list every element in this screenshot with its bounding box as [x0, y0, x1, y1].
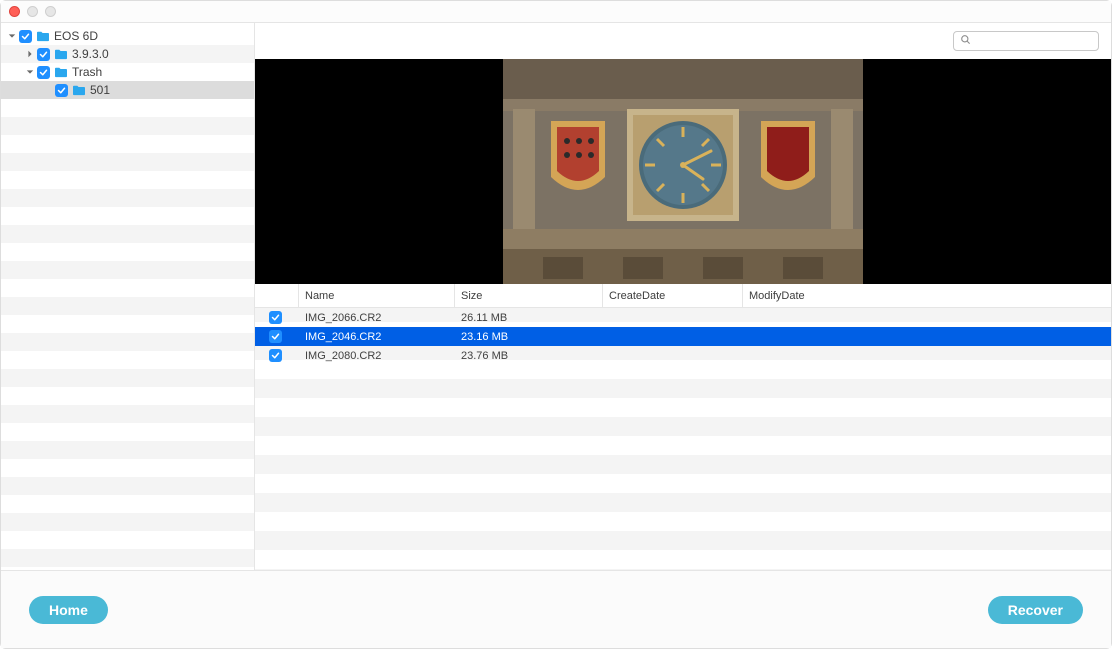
row-checkbox[interactable] [269, 349, 282, 362]
home-button[interactable]: Home [29, 596, 108, 624]
sidebar-item[interactable]: Trash [1, 63, 254, 81]
titlebar [1, 1, 1111, 23]
cell-size: 23.16 MB [455, 331, 603, 343]
folder-icon [36, 30, 50, 42]
checkbox[interactable] [37, 48, 50, 61]
file-table: Name Size CreateDate ModifyDate IMG_2066… [255, 284, 1111, 570]
checkbox[interactable] [55, 84, 68, 97]
recover-button[interactable]: Recover [988, 596, 1083, 624]
disclosure-right-icon[interactable] [25, 50, 35, 58]
sidebar-item[interactable]: 3.9.3.0 [1, 45, 254, 63]
image-preview [255, 59, 1111, 284]
search-icon [960, 32, 971, 50]
topbar [255, 23, 1111, 59]
sidebar: EOS 6D 3.9.3.0 Trash 501 [1, 23, 255, 570]
column-createdate[interactable]: CreateDate [603, 284, 743, 307]
checkbox[interactable] [37, 66, 50, 79]
column-modifydate[interactable]: ModifyDate [743, 284, 1111, 307]
search-input[interactable] [975, 35, 1112, 47]
cell-size: 26.11 MB [455, 312, 603, 324]
table-row[interactable]: IMG_2080.CR223.76 MB [255, 346, 1111, 365]
column-size[interactable]: Size [455, 284, 603, 307]
cell-name: IMG_2046.CR2 [299, 331, 455, 343]
folder-icon [54, 66, 68, 78]
cell-size: 23.76 MB [455, 350, 603, 362]
sidebar-item-label: Trash [72, 65, 102, 79]
sidebar-item[interactable]: 501 [1, 81, 254, 99]
folder-icon [72, 84, 86, 96]
column-checkbox[interactable] [255, 284, 299, 307]
column-name[interactable]: Name [299, 284, 455, 307]
cell-name: IMG_2080.CR2 [299, 350, 455, 362]
window-close-button[interactable] [9, 6, 20, 17]
footer: Home Recover [1, 570, 1111, 648]
row-checkbox[interactable] [269, 311, 282, 324]
table-header: Name Size CreateDate ModifyDate [255, 284, 1111, 308]
sidebar-item[interactable]: EOS 6D [1, 27, 254, 45]
window-minimize-button[interactable] [27, 6, 38, 17]
cell-name: IMG_2066.CR2 [299, 312, 455, 324]
main-panel: Name Size CreateDate ModifyDate IMG_2066… [255, 23, 1111, 570]
preview-image [503, 59, 863, 284]
sidebar-item-label: EOS 6D [54, 29, 98, 43]
window-maximize-button[interactable] [45, 6, 56, 17]
search-field[interactable] [953, 31, 1099, 51]
table-row[interactable]: IMG_2046.CR223.16 MB [255, 327, 1111, 346]
sidebar-item-label: 3.9.3.0 [72, 47, 109, 61]
table-row[interactable]: IMG_2066.CR226.11 MB [255, 308, 1111, 327]
sidebar-item-label: 501 [90, 83, 110, 97]
checkbox[interactable] [19, 30, 32, 43]
row-checkbox[interactable] [269, 330, 282, 343]
folder-icon [54, 48, 68, 60]
disclosure-down-icon[interactable] [7, 32, 17, 40]
disclosure-down-icon[interactable] [25, 68, 35, 76]
sidebar-empty [1, 99, 254, 570]
